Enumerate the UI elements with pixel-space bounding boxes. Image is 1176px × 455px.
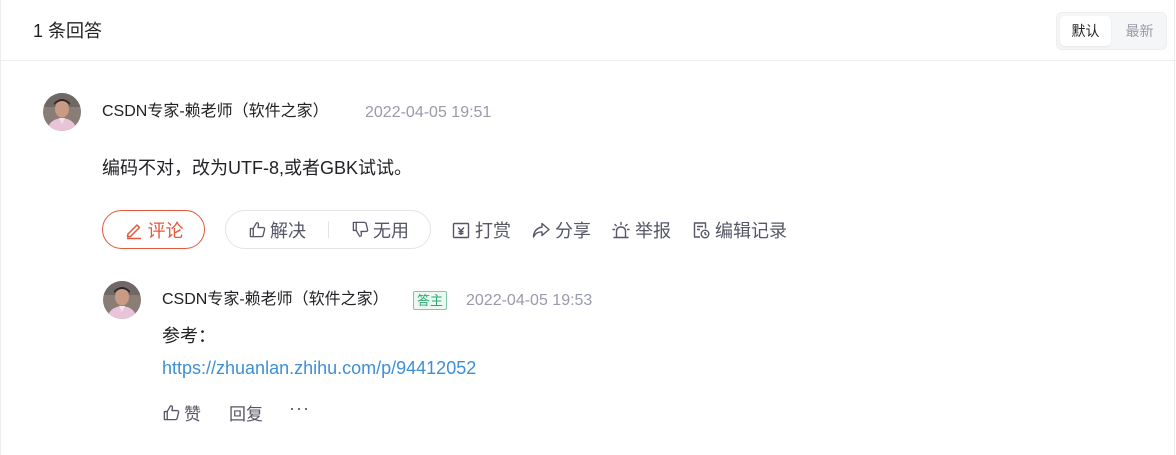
reply-text: 参考： — [162, 326, 216, 346]
share-button[interactable]: 分享 — [531, 217, 591, 243]
edit-history-icon — [691, 220, 711, 240]
more-options-button[interactable]: ··· — [289, 398, 310, 419]
vote-divider — [328, 221, 329, 238]
vote-group: 解决 无用 — [225, 210, 431, 249]
answer-count-title: 1 条回答 — [33, 21, 103, 41]
reply-like-button[interactable]: 赞 — [162, 400, 201, 424]
solve-button-label: 解决 — [270, 220, 306, 241]
reply-like-label: 赞 — [184, 404, 201, 424]
thumbs-down-icon — [351, 220, 370, 239]
thumbs-up-icon — [248, 220, 267, 239]
sort-switch: 默认 最新 — [1056, 12, 1167, 50]
edit-pen-icon — [124, 220, 144, 240]
useless-button-label: 无用 — [373, 220, 409, 241]
reply-reply-label: 回复 — [229, 404, 263, 424]
reply-reply-button[interactable]: 回复 — [229, 400, 263, 424]
answers-header: 1 条回答 默认 最新 — [0, 0, 1176, 61]
thumbs-up-icon — [162, 403, 181, 422]
answer-content: 编码不对，改为UTF-8,或者GBK试试。 — [102, 158, 413, 178]
reply-author-avatar[interactable] — [103, 281, 141, 319]
reward-icon — [451, 220, 471, 240]
report-icon — [611, 220, 631, 240]
sort-default-button[interactable]: 默认 — [1060, 16, 1111, 46]
report-button-label: 举报 — [635, 221, 671, 241]
answer-time: 2022-04-05 19:51 — [365, 104, 492, 121]
edit-history-button-label: 编辑记录 — [715, 221, 787, 241]
solve-button[interactable]: 解决 — [248, 211, 306, 248]
report-button[interactable]: 举报 — [611, 217, 671, 243]
share-icon — [531, 220, 551, 240]
comment-button[interactable]: 评论 — [102, 210, 205, 249]
answerer-badge: 答主 — [413, 291, 448, 310]
answer-author-avatar[interactable] — [43, 93, 81, 131]
reply-author-name[interactable]: CSDN专家-赖老师（软件之家） — [162, 290, 389, 310]
reply-reference-link[interactable]: https://zhuanlan.zhihu.com/p/94412052 — [162, 357, 476, 379]
reply-time: 2022-04-05 19:53 — [466, 292, 593, 309]
share-button-label: 分享 — [555, 221, 591, 241]
useless-button[interactable]: 无用 — [351, 211, 409, 248]
edit-history-button[interactable]: 编辑记录 — [691, 217, 787, 243]
reward-button[interactable]: 打赏 — [451, 217, 511, 243]
answer-author-name[interactable]: CSDN专家-赖老师（软件之家） — [102, 102, 329, 122]
reward-button-label: 打赏 — [475, 221, 511, 241]
comment-button-label: 评论 — [147, 220, 184, 241]
sort-latest-button[interactable]: 最新 — [1114, 16, 1165, 46]
